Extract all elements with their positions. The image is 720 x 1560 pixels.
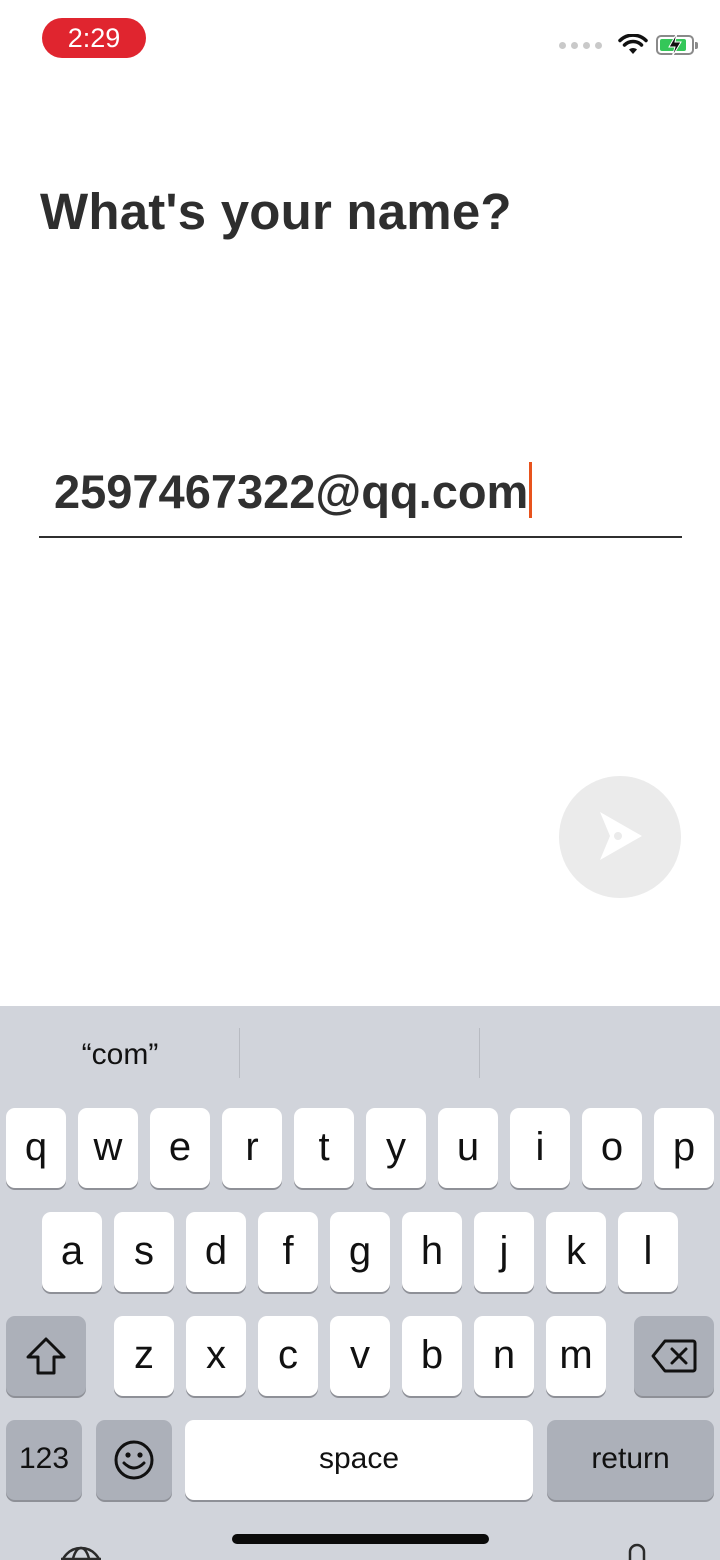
home-indicator[interactable]	[232, 1534, 489, 1544]
status-icons	[559, 30, 698, 60]
suggestion-3[interactable]	[480, 1030, 720, 1080]
key-q[interactable]: q	[6, 1108, 66, 1188]
suggestion-2[interactable]	[240, 1030, 480, 1080]
key-i[interactable]: i	[510, 1108, 570, 1188]
key-j[interactable]: j	[474, 1212, 534, 1292]
send-button[interactable]	[559, 776, 681, 898]
send-icon	[600, 812, 642, 860]
wifi-icon	[618, 34, 648, 54]
key-a[interactable]: a	[42, 1212, 102, 1292]
suggestion-1[interactable]: “com”	[0, 1030, 240, 1080]
microphone-icon[interactable]	[627, 1543, 647, 1560]
key-r[interactable]: r	[222, 1108, 282, 1188]
key-g[interactable]: g	[330, 1212, 390, 1292]
key-l[interactable]: l	[618, 1212, 678, 1292]
key-h[interactable]: h	[402, 1212, 462, 1292]
backspace-key[interactable]	[634, 1316, 714, 1396]
key-v[interactable]: v	[330, 1316, 390, 1396]
text-caret	[529, 462, 533, 518]
key-k[interactable]: k	[546, 1212, 606, 1292]
suggestion-bar: “com”	[0, 1006, 720, 1106]
battery-icon	[656, 33, 698, 57]
emoji-key[interactable]	[96, 1420, 172, 1500]
key-c[interactable]: c	[258, 1316, 318, 1396]
key-f[interactable]: f	[258, 1212, 318, 1292]
key-e[interactable]: e	[150, 1108, 210, 1188]
key-y[interactable]: y	[366, 1108, 426, 1188]
shift-icon	[26, 1337, 66, 1375]
key-u[interactable]: u	[438, 1108, 498, 1188]
emoji-icon	[114, 1440, 154, 1480]
status-time: 2:29	[42, 18, 146, 58]
key-w[interactable]: w	[78, 1108, 138, 1188]
key-s[interactable]: s	[114, 1212, 174, 1292]
name-input[interactable]: 2597467322@qq.com	[39, 452, 682, 538]
key-t[interactable]: t	[294, 1108, 354, 1188]
backspace-icon	[651, 1339, 697, 1373]
globe-icon[interactable]	[58, 1545, 104, 1560]
return-key[interactable]: return	[547, 1420, 714, 1500]
page-title: What's your name?	[40, 183, 512, 240]
numbers-key[interactable]: 123	[6, 1420, 82, 1500]
key-d[interactable]: d	[186, 1212, 246, 1292]
key-p[interactable]: p	[654, 1108, 714, 1188]
key-o[interactable]: o	[582, 1108, 642, 1188]
key-b[interactable]: b	[402, 1316, 462, 1396]
keyboard: “com” q w e r t y u i o p a s d f g h j …	[0, 1006, 720, 1560]
cellular-signal-icon	[559, 41, 602, 49]
key-x[interactable]: x	[186, 1316, 246, 1396]
key-z[interactable]: z	[114, 1316, 174, 1396]
shift-key[interactable]	[6, 1316, 86, 1396]
key-n[interactable]: n	[474, 1316, 534, 1396]
key-m[interactable]: m	[546, 1316, 606, 1396]
space-key[interactable]: space	[185, 1420, 533, 1500]
name-input-value: 2597467322@qq.com	[54, 465, 529, 518]
